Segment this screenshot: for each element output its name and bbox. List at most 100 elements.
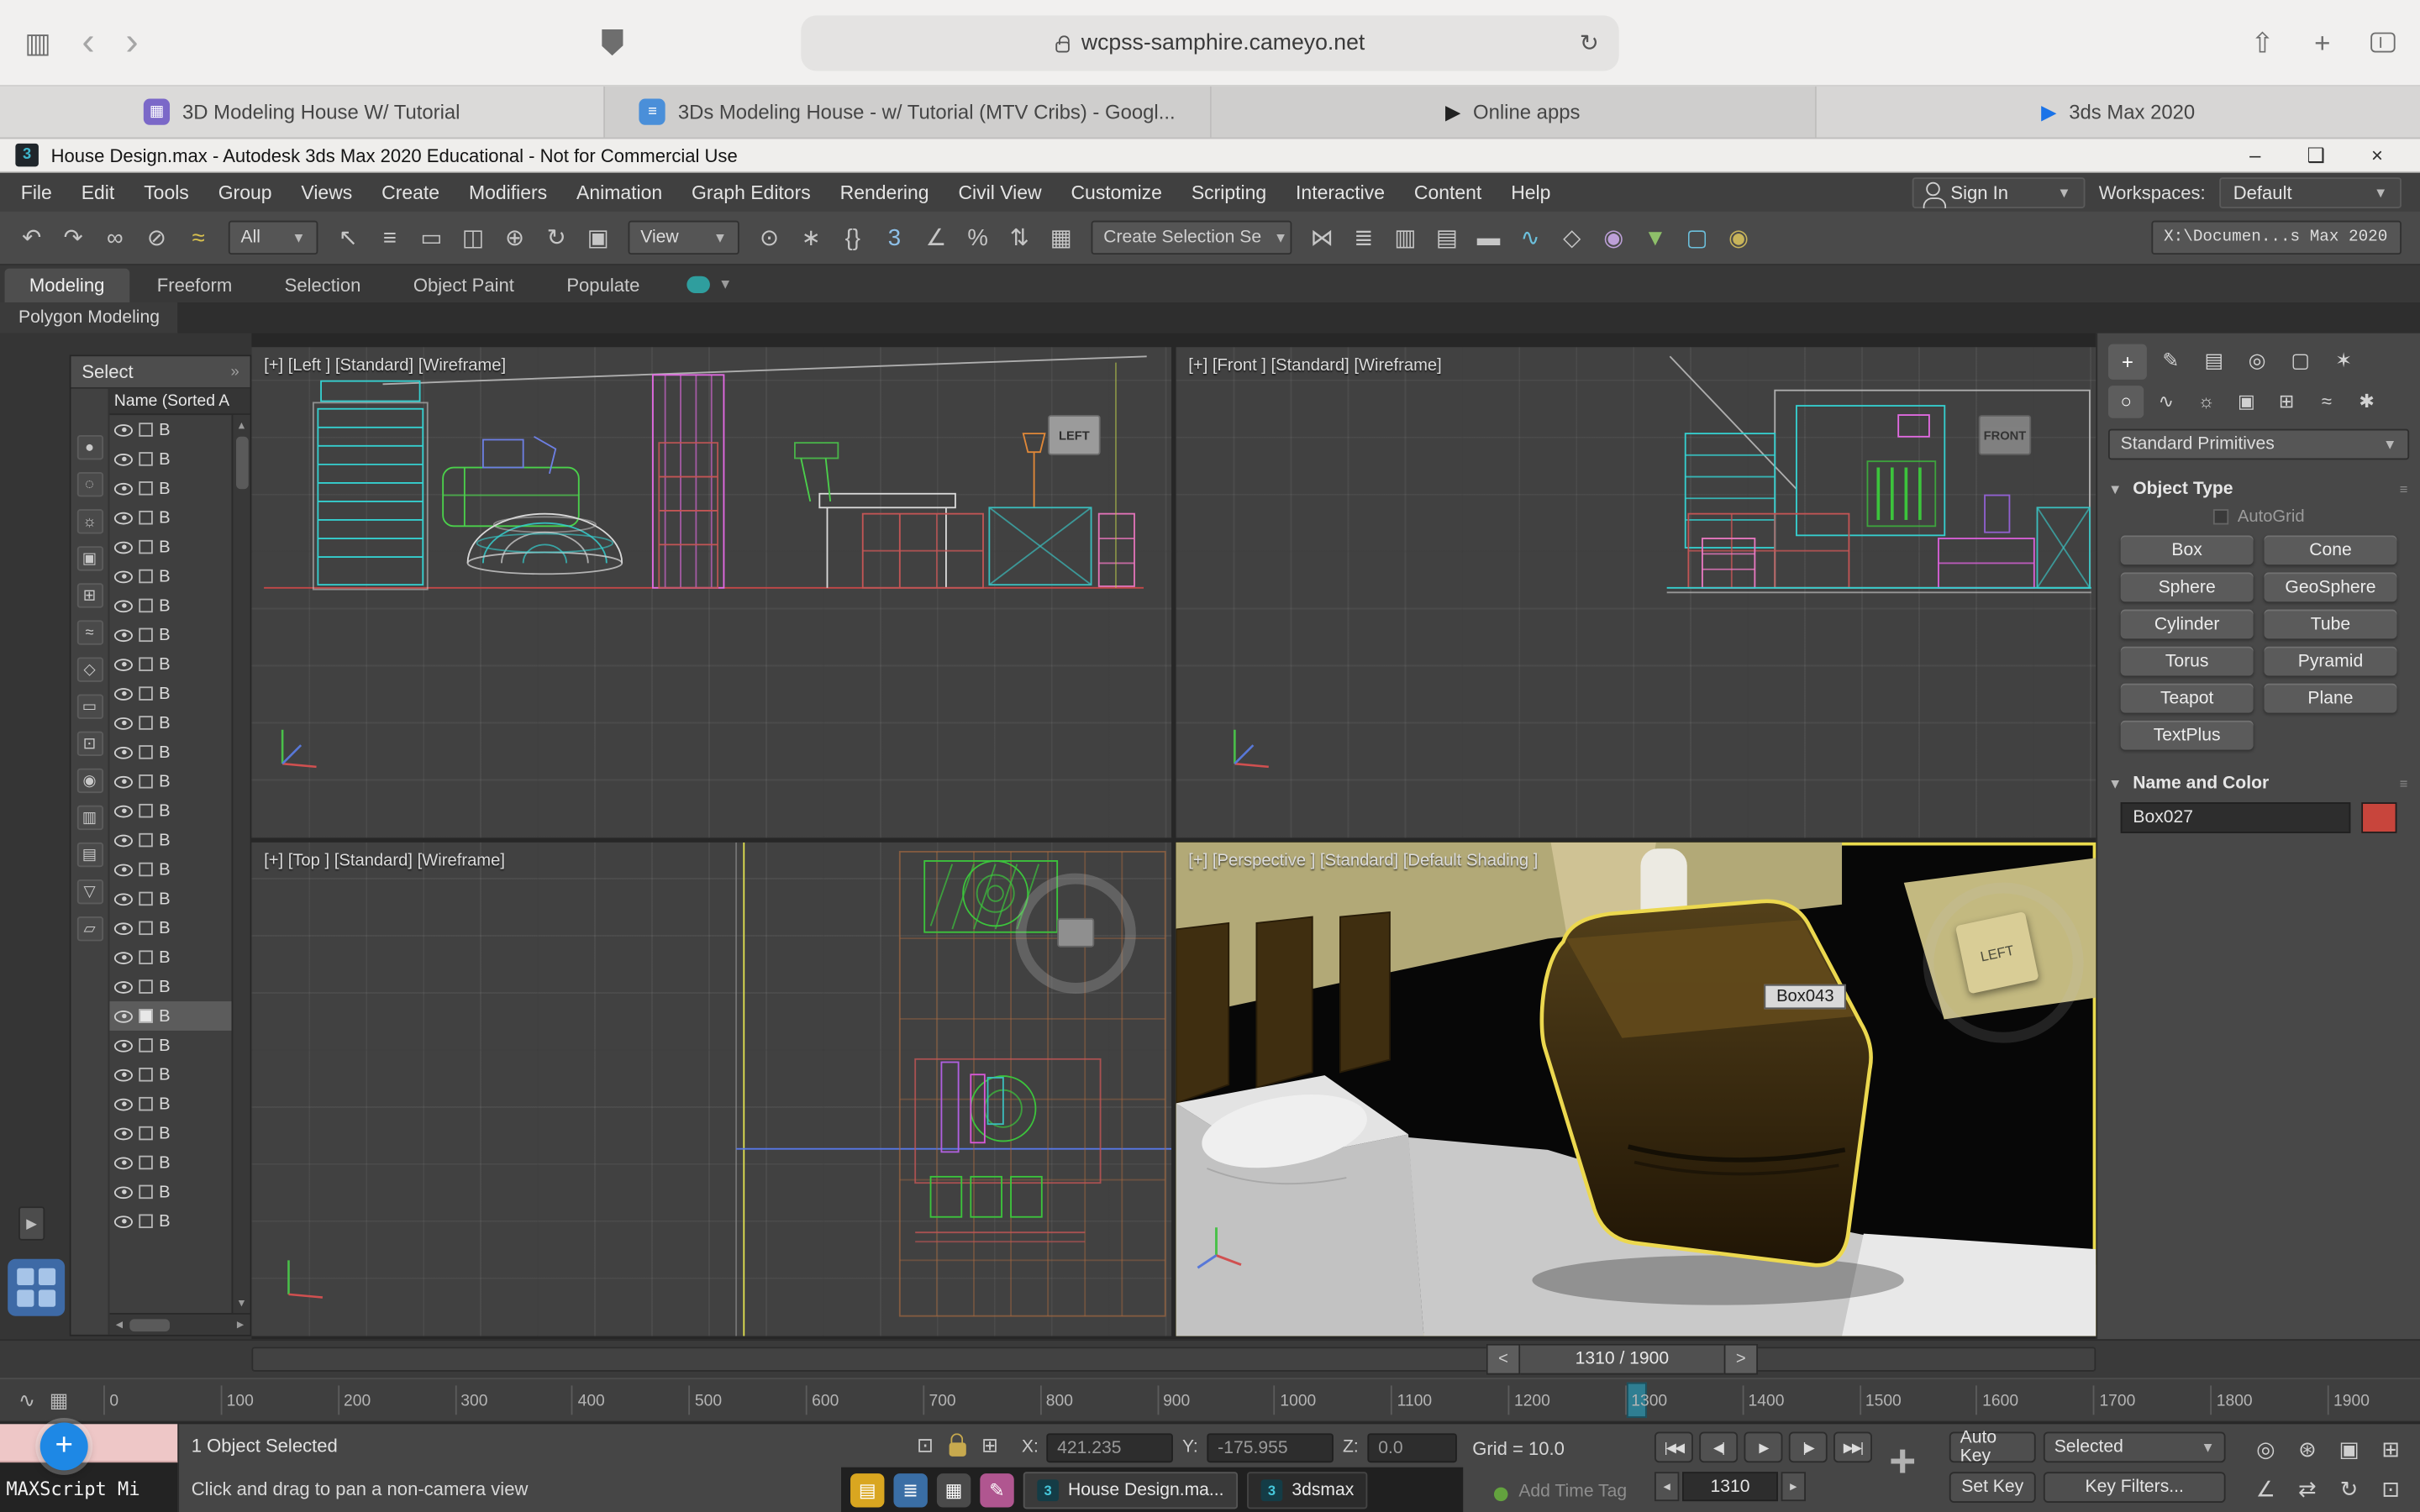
filter-containers-icon[interactable]: ⊡ (76, 731, 103, 756)
browser-tab-1[interactable]: ▦ 3D Modeling House W/ Tutorial (0, 86, 606, 138)
select-and-manipulate-icon[interactable]: ∗ (792, 218, 830, 257)
systems-category-icon[interactable]: ✱ (2349, 385, 2385, 417)
ribbon-toggle-icon[interactable]: ▬ (1470, 218, 1508, 257)
visibility-eye-icon[interactable] (113, 658, 133, 671)
ribbon-tab-populate[interactable]: Populate (542, 269, 665, 302)
reference-coordinate-dropdown[interactable]: View ▼ (628, 220, 739, 255)
select-object-icon[interactable]: ↖ (329, 218, 367, 257)
visibility-eye-icon[interactable] (113, 717, 133, 729)
file-explorer-icon[interactable]: ▤ (850, 1473, 885, 1508)
scroll-up-icon[interactable]: ▴ (239, 418, 245, 433)
ribbon-overflow-icon[interactable] (686, 276, 710, 293)
sign-in-button[interactable]: Sign In ▼ (1912, 176, 2086, 208)
visibility-eye-icon[interactable] (113, 892, 133, 906)
visibility-eye-icon[interactable] (113, 774, 133, 788)
listener-line[interactable]: MAXScript Mi (0, 1462, 178, 1512)
frame-forward-icon[interactable]: ▸ (1781, 1472, 1806, 1502)
scene-object-row[interactable]: B (109, 913, 231, 942)
column-header-name[interactable]: Name (Sorted A (109, 388, 250, 416)
chevrons-right-icon[interactable]: » (230, 364, 239, 381)
space-warps-category-icon[interactable]: ≈ (2309, 385, 2344, 417)
scene-object-row[interactable]: B (109, 1060, 231, 1089)
menu-edit[interactable]: Edit (66, 173, 129, 212)
scene-explorer-toggle-icon[interactable]: ▥ (1386, 218, 1424, 257)
select-and-link-icon[interactable]: ∞ (96, 218, 134, 257)
workspace-dropdown[interactable]: Default ▼ (2219, 176, 2402, 208)
visibility-eye-icon[interactable] (113, 1068, 133, 1081)
scene-object-row[interactable]: B (109, 415, 231, 444)
visibility-eye-icon[interactable] (113, 804, 133, 817)
autogrid-checkbox[interactable]: AutoGrid (2108, 503, 2409, 531)
cameras-category-icon[interactable]: ▣ (2228, 385, 2264, 417)
keyboard-shortcut-override-icon[interactable]: {} (834, 218, 872, 257)
zoom-icon[interactable]: ◎ (2247, 1431, 2284, 1467)
scroll-left-icon[interactable]: ◂ (116, 1316, 123, 1333)
track-bar[interactable]: 0 100 200 300 400 500 600 700 800 900 1000 1100 1200… (85, 1379, 2420, 1421)
geometry-category-icon[interactable]: ○ (2107, 385, 2144, 417)
sphere-button[interactable]: Sphere (2120, 572, 2254, 602)
filter-bones-icon[interactable]: ▭ (76, 694, 103, 719)
scene-object-row[interactable]: B (109, 1031, 231, 1060)
key-selection-dropdown[interactable]: Selected ▼ (2043, 1431, 2226, 1463)
time-slider-handle[interactable]: < 1310 / 1900 > (1486, 1343, 1759, 1375)
viewcube-left[interactable]: LEFT (1048, 415, 1101, 455)
filter-layers-icon[interactable]: ▥ (76, 805, 103, 831)
chevron-down-icon[interactable]: ▼ (718, 276, 732, 291)
privacy-shield-icon[interactable] (601, 29, 623, 56)
geosphere-button[interactable]: GeoSphere (2264, 572, 2397, 602)
go-to-start-icon[interactable]: |◀◀ (1654, 1431, 1693, 1463)
scene-object-row[interactable]: B (109, 796, 231, 826)
field-of-view-icon[interactable]: ∠ (2247, 1472, 2284, 1507)
scene-object-row[interactable]: B (109, 826, 231, 855)
maximize-viewport-icon[interactable]: ⊡ (2372, 1472, 2409, 1507)
cone-button[interactable]: Cone (2264, 535, 2397, 565)
scene-object-row[interactable]: B (109, 1089, 231, 1119)
visibility-eye-icon[interactable] (113, 1039, 133, 1052)
time-slider-track[interactable] (251, 1347, 2096, 1372)
scene-object-row[interactable]: B (109, 767, 231, 796)
undo-icon[interactable]: ↶ (13, 218, 51, 257)
modify-tab-icon[interactable]: ✎ (2151, 344, 2190, 379)
visibility-eye-icon[interactable] (113, 1010, 133, 1022)
library-icon[interactable]: ≣ (893, 1473, 928, 1508)
ribbon-panel-polygon-modeling[interactable]: Polygon Modeling (0, 302, 178, 333)
menu-rendering[interactable]: Rendering (825, 173, 944, 212)
scene-object-row[interactable]: B (109, 1206, 231, 1236)
isolate-selection-icon[interactable]: ⊡ (917, 1433, 934, 1457)
previous-frame-button[interactable]: < (1486, 1343, 1521, 1375)
render-setup-icon[interactable]: ▼ (1636, 218, 1675, 257)
set-key-button[interactable]: Set Key (1949, 1472, 2036, 1503)
visibility-eye-icon[interactable] (113, 1215, 133, 1228)
visibility-eye-icon[interactable] (113, 921, 133, 935)
new-tab-icon[interactable]: + (2314, 29, 2330, 56)
box-button[interactable]: Box (2120, 535, 2254, 565)
curve-editor-icon[interactable]: ∿ (1511, 218, 1549, 257)
helpers-category-icon[interactable]: ⊞ (2269, 385, 2304, 417)
visibility-eye-icon[interactable] (113, 863, 133, 876)
motion-tab-icon[interactable]: ◎ (2238, 344, 2276, 379)
primitives-category-dropdown[interactable]: Standard Primitives ▼ (2107, 428, 2410, 460)
create-tab-icon[interactable]: + (2107, 343, 2147, 379)
render-production-icon[interactable]: ◉ (1719, 218, 1758, 257)
ribbon-tab-freeform[interactable]: Freeform (132, 269, 256, 302)
scene-object-row[interactable]: B (109, 1001, 232, 1031)
schematic-view-icon[interactable]: ◇ (1553, 218, 1591, 257)
shapes-category-icon[interactable]: ∿ (2149, 385, 2184, 417)
taskbar-window-3dsmax[interactable]: 3 3dsmax (1247, 1472, 1368, 1509)
scene-object-row[interactable]: B (109, 1119, 231, 1148)
pan-icon[interactable]: ⇄ (2289, 1472, 2326, 1507)
selection-filter-dropdown[interactable]: All ▼ (228, 220, 318, 255)
current-frame-field[interactable]: 1310 (1682, 1472, 1778, 1502)
scene-object-row[interactable]: B (109, 649, 231, 679)
name-color-rollout[interactable]: ▼ Name and Color ≡ (2108, 769, 2409, 798)
menu-animation[interactable]: Animation (562, 173, 677, 212)
visibility-eye-icon[interactable] (113, 540, 133, 554)
filter-all-icon[interactable]: ● (76, 434, 103, 460)
maximize-button[interactable]: ❑ (2307, 143, 2324, 167)
ribbon-tab-object-paint[interactable]: Object Paint (388, 269, 539, 302)
visibility-eye-icon[interactable] (113, 980, 133, 993)
visibility-eye-icon[interactable] (113, 1097, 133, 1110)
menu-tools[interactable]: Tools (129, 173, 204, 212)
ribbon-tab-selection[interactable]: Selection (260, 269, 385, 302)
zoom-extents-icon[interactable]: ▣ (2330, 1431, 2367, 1467)
